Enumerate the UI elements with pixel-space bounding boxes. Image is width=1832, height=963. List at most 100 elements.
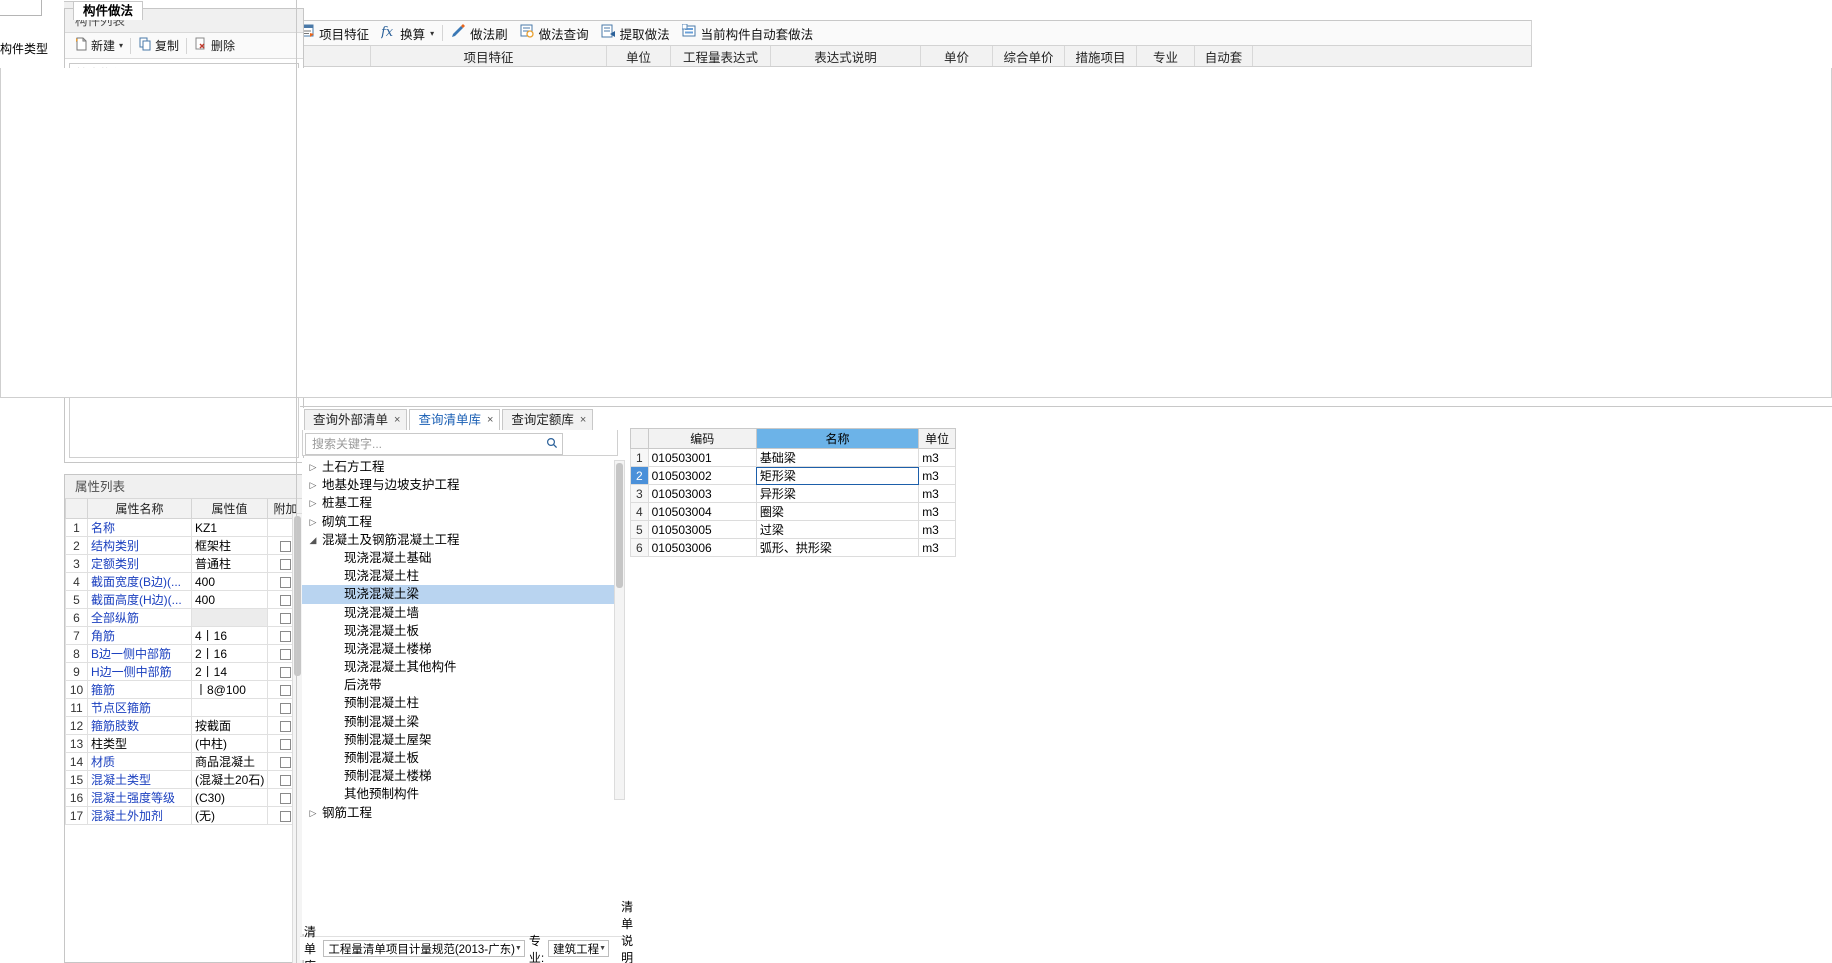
close-icon[interactable]: × xyxy=(580,410,586,430)
property-row-value[interactable]: (C30) xyxy=(191,788,268,807)
clause-tree-node[interactable]: 现浇混凝土楼梯 xyxy=(302,640,618,658)
query-search-input[interactable] xyxy=(310,436,546,452)
clause-tree-node[interactable]: ▷ 地基处理与边坡支护工程 xyxy=(302,476,618,494)
property-row[interactable]: 7 角筋 4丨16 xyxy=(65,626,304,645)
clause-tree-node[interactable]: 预制混凝土柱 xyxy=(302,694,618,712)
ribbon-button-9[interactable]: 当前构件自动套做法 xyxy=(676,22,820,44)
result-row-unit[interactable]: m3 xyxy=(918,448,956,467)
result-row[interactable]: 3 010503003 异形梁 m3 xyxy=(630,484,956,503)
property-row[interactable]: 4 截面宽度(B边)(... 400 xyxy=(65,572,304,591)
result-row-unit[interactable]: m3 xyxy=(918,520,956,539)
result-row-name[interactable]: 过梁 xyxy=(755,520,920,539)
property-row[interactable]: 2 结构类别 框架柱 xyxy=(65,536,304,555)
ribbon-button-5[interactable]: fx 换算 ▾ xyxy=(375,22,440,44)
property-row-value[interactable]: KZ1 xyxy=(191,518,268,537)
query-tree-scrollbar[interactable] xyxy=(614,460,625,800)
property-row-value[interactable]: 4丨16 xyxy=(191,626,268,645)
ribbon-button-4[interactable]: 项目特征 xyxy=(294,22,375,44)
result-row-unit[interactable]: m3 xyxy=(918,502,956,521)
query-tab-1[interactable]: 查询清单库 × xyxy=(409,409,501,430)
property-row[interactable]: 13 柱类型 (中柱) xyxy=(65,734,304,753)
grid-header-cell[interactable]: 工程量表达式 xyxy=(671,46,771,66)
result-header-name[interactable]: 名称 xyxy=(755,428,920,449)
grid-header-cell[interactable]: 项目特征 xyxy=(371,46,607,66)
clause-tree-node[interactable]: 现浇混凝土梁 xyxy=(302,585,618,604)
result-row-name[interactable]: 基础梁 xyxy=(755,448,920,467)
clause-tree-node[interactable]: ▷ 砌筑工程 xyxy=(302,513,618,531)
property-row-value[interactable]: (混凝土20石) xyxy=(191,770,268,789)
method-grid-body[interactable] xyxy=(0,68,1832,398)
result-row-name[interactable]: 弧形、拱形梁 xyxy=(755,538,920,557)
result-row-index[interactable]: 6 xyxy=(630,538,649,557)
result-row-code[interactable]: 010503001 xyxy=(647,448,757,467)
grid-header-cell[interactable]: 自动套 xyxy=(1195,46,1253,66)
clause-tree-node[interactable]: 现浇混凝土柱 xyxy=(302,567,618,585)
clause-tree-node[interactable]: 预制混凝土梁 xyxy=(302,713,618,731)
ribbon-button-7[interactable]: 做法查询 xyxy=(514,22,595,44)
property-row-value[interactable]: 普通柱 xyxy=(191,554,268,573)
result-row-unit[interactable]: m3 xyxy=(918,466,956,485)
grid-header-cell[interactable]: 专业 xyxy=(1137,46,1195,66)
checkbox[interactable] xyxy=(280,540,291,552)
tree-expander-icon[interactable]: ▷ xyxy=(306,458,320,476)
chevron-down-icon[interactable]: ▼ xyxy=(515,945,522,952)
checkbox[interactable] xyxy=(280,594,291,606)
checkbox[interactable] xyxy=(280,666,291,678)
property-row[interactable]: 17 混凝土外加剂 (无) xyxy=(65,806,304,825)
result-row-index[interactable]: 1 xyxy=(630,448,649,467)
result-row-code[interactable]: 010503004 xyxy=(647,502,757,521)
tree-expander-icon[interactable]: ▷ xyxy=(306,476,320,494)
clause-tree-node[interactable]: 其他预制构件 xyxy=(302,785,618,803)
result-row-code[interactable]: 010503006 xyxy=(647,538,757,557)
checkbox[interactable] xyxy=(280,558,291,570)
result-row[interactable]: 6 010503006 弧形、拱形梁 m3 xyxy=(630,538,956,557)
result-row-index[interactable]: 5 xyxy=(630,520,649,539)
property-row[interactable]: 9 H边一侧中部筋 2丨14 xyxy=(65,662,304,681)
grid-header-cell[interactable]: 措施项目 xyxy=(1065,46,1137,66)
property-row[interactable]: 8 B边一侧中部筋 2丨16 xyxy=(65,644,304,663)
grid-header-cell[interactable]: 单位 xyxy=(607,46,671,66)
tree-expander-icon[interactable]: ▷ xyxy=(306,804,320,822)
clause-tree-node[interactable]: ◢ 混凝土及钢筋混凝土工程 xyxy=(302,531,618,549)
property-row[interactable]: 5 截面高度(H边)(... 400 xyxy=(65,590,304,609)
result-row-name[interactable]: 异形梁 xyxy=(755,484,920,503)
clause-tree-node[interactable]: ▷ 土石方工程 xyxy=(302,458,618,476)
result-row-index[interactable]: 2 xyxy=(630,466,649,485)
chevron-down-icon[interactable]: ▾ xyxy=(119,41,123,50)
clause-tree-node[interactable]: 现浇混凝土板 xyxy=(302,622,618,640)
clause-tree-node[interactable]: 现浇混凝土基础 xyxy=(302,549,618,567)
tree-expander-icon[interactable]: ◢ xyxy=(306,531,320,549)
tree-expander-icon[interactable]: ▷ xyxy=(306,513,320,531)
result-row-name[interactable]: 矩形梁 xyxy=(755,466,920,485)
checkbox[interactable] xyxy=(280,576,291,588)
property-row-value[interactable]: 丨8@100 xyxy=(191,680,268,699)
property-row[interactable]: 6 全部纵筋 xyxy=(65,608,304,627)
delete-component-button[interactable]: 删除 xyxy=(189,35,240,57)
checkbox[interactable] xyxy=(280,720,291,732)
property-row-value[interactable]: 按截面 xyxy=(191,716,268,735)
result-row-code[interactable]: 010503005 xyxy=(647,520,757,539)
clause-tree-node[interactable]: 后浇带 xyxy=(302,676,618,694)
close-icon[interactable]: × xyxy=(394,410,400,430)
checkbox[interactable] xyxy=(280,630,291,642)
query-tab-0[interactable]: 查询外部清单 × xyxy=(304,409,408,430)
tab-component-method[interactable]: 构件做法 xyxy=(73,1,144,20)
property-row-value[interactable]: (中柱) xyxy=(191,734,268,753)
result-row-index[interactable]: 4 xyxy=(630,502,649,521)
major-select[interactable]: 建筑工程 ▼ xyxy=(548,940,610,957)
clause-tree-node[interactable]: 预制混凝土屋架 xyxy=(302,731,618,749)
query-tree-scroll-thumb[interactable] xyxy=(616,463,623,588)
query-tab-2[interactable]: 查询定额库 × xyxy=(502,409,594,430)
property-row[interactable]: 10 箍筋 丨8@100 xyxy=(65,680,304,699)
checkbox[interactable] xyxy=(280,702,291,714)
close-icon[interactable]: × xyxy=(487,410,493,430)
checkbox[interactable] xyxy=(280,738,291,750)
grid-header-cell[interactable]: 单价 xyxy=(921,46,993,66)
property-row-value[interactable]: 400 xyxy=(191,590,268,609)
checkbox[interactable] xyxy=(280,756,291,768)
checkbox[interactable] xyxy=(280,684,291,696)
result-row[interactable]: 1 010503001 基础梁 m3 xyxy=(630,448,956,467)
property-row-value[interactable] xyxy=(191,608,268,627)
result-row-unit[interactable]: m3 xyxy=(918,484,956,503)
result-header-code[interactable]: 编码 xyxy=(647,428,757,449)
